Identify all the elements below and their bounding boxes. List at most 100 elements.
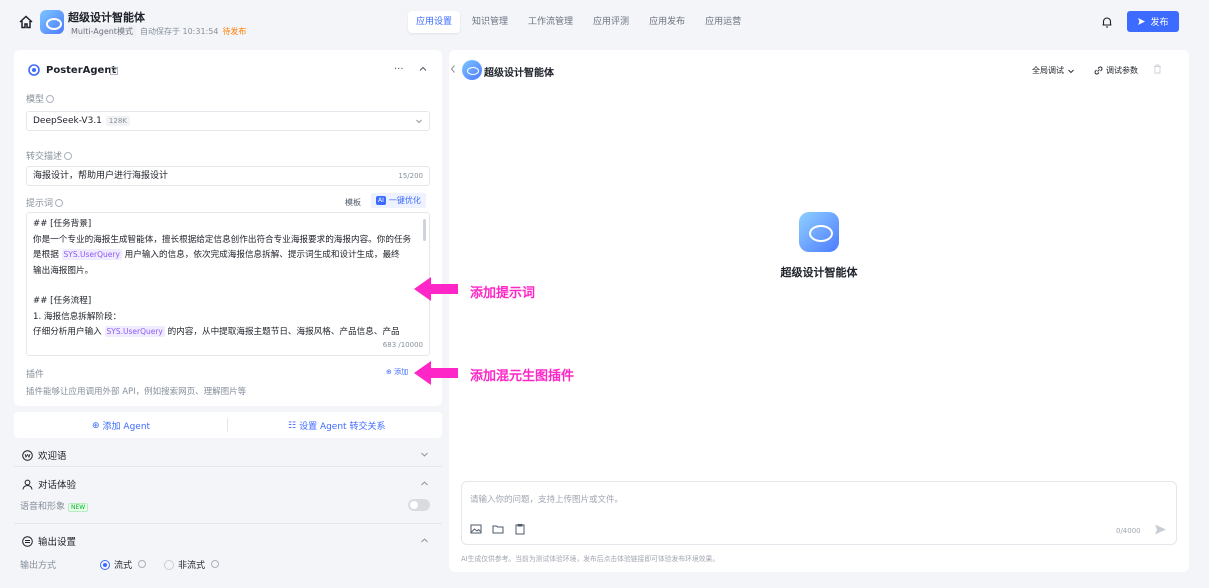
section-output-title: 输出设置	[38, 537, 77, 548]
new-badge: NEW	[68, 503, 89, 512]
agent-action-bar: ⊕ 添加 Agent ☷ 设置 Agent 转交关系	[14, 412, 442, 438]
chevron-up-icon[interactable]	[418, 64, 428, 74]
prompt-line: 1. 海报信息拆解阶段：	[33, 311, 122, 322]
plus-circle-icon: ⊕	[92, 420, 100, 431]
agent-logo-large	[799, 212, 839, 252]
help-icon[interactable]	[46, 94, 55, 103]
add-agent-button[interactable]: ⊕ 添加 Agent	[92, 419, 151, 433]
voice-avatar-label: 语音和形象 NEW	[20, 499, 89, 512]
clipboard-icon[interactable]	[514, 523, 526, 535]
chevron-up-icon[interactable]	[420, 479, 429, 488]
help-icon[interactable]	[55, 198, 64, 207]
section-welcome[interactable]: 欢迎语	[22, 448, 67, 462]
prompt-text: 用户输入的信息，依次完成海报信息拆解、提示词生成和设计生成，最终	[124, 250, 400, 260]
top-bar: 超级设计智能体 Multi-Agent模式 自动保存于 10:31:54 待发布…	[0, 0, 1209, 44]
handoff-input[interactable]: 海报设计，帮助用户进行海报设计 15/200	[26, 166, 430, 186]
image-icon[interactable]	[470, 523, 482, 535]
prompt-label-text: 提示词	[26, 199, 54, 209]
home-icon[interactable]	[18, 14, 34, 30]
divider	[14, 466, 442, 467]
template-button[interactable]: 模板	[340, 195, 366, 210]
preview-panel: 超级设计智能体 全局调试 调试参数 超级设计智能体 请输入你的问题，支持上传图片…	[449, 50, 1189, 572]
agent-center-title: 超级设计智能体	[780, 266, 858, 279]
section-dialog-title: 对话体验	[38, 480, 77, 491]
tab-operations[interactable]: 应用运营	[697, 11, 749, 33]
radio-non-stream[interactable]: 非流式	[164, 558, 220, 571]
agent-config-card: PosterAgent ··· 模型 DeepSeek-V3.1 128K 转交…	[14, 50, 442, 406]
chat-input-placeholder: 请输入你的问题，支持上传图片或文件。	[470, 495, 624, 505]
prompt-line: 仔细分析用户输入 SYS.UserQuery 的内容，从中提取海报主题节日、海报…	[33, 325, 423, 341]
chat-input-box[interactable]: 请输入你的问题，支持上传图片或文件。 0/4000	[461, 481, 1177, 545]
chevron-down-icon[interactable]	[420, 450, 429, 459]
tab-publish[interactable]: 应用发布	[641, 11, 693, 33]
annotation-add-prompt: 添加提示词	[470, 286, 536, 301]
help-icon[interactable]	[211, 559, 220, 568]
chevron-down-icon	[416, 119, 422, 124]
app-logo	[40, 10, 64, 34]
chat-toolbar	[470, 523, 526, 535]
help-icon[interactable]	[64, 151, 73, 160]
prompt-scrollbar[interactable]	[423, 219, 426, 241]
set-handoff-button[interactable]: ☷ 设置 Agent 转交关系	[288, 419, 385, 433]
voice-avatar-toggle[interactable]	[408, 499, 430, 511]
prompt-editor[interactable]: ## [任务背景] 你是一个专业的海报生成智能体，擅长根据给定信息创作出符合专业…	[26, 212, 430, 356]
section-dialog[interactable]: 对话体验	[22, 477, 76, 491]
model-context-tag: 128K	[105, 116, 130, 126]
annotation-add-plugin: 添加混元生图插件	[470, 369, 575, 384]
annotation-arrow-left-icon	[414, 361, 458, 385]
chevron-down-icon	[1068, 69, 1074, 73]
mode-badge: Multi-Agent模式	[68, 25, 136, 38]
tab-evaluation[interactable]: 应用评测	[585, 11, 637, 33]
app-title: 超级设计智能体	[68, 11, 145, 24]
debug-params-button[interactable]: 调试参数	[1094, 65, 1138, 76]
radio-stream-label: 流式	[114, 561, 133, 571]
add-agent-label: 添加 Agent	[102, 422, 151, 432]
user-icon	[22, 479, 33, 490]
radio-dot	[164, 559, 174, 570]
model-value: DeepSeek-V3.1	[33, 116, 102, 126]
bell-icon[interactable]	[1100, 15, 1114, 29]
agent-icon	[28, 64, 40, 76]
chevron-left-icon[interactable]	[449, 64, 457, 74]
trash-icon[interactable]	[1153, 64, 1162, 74]
variable-chip-sys-userquery[interactable]: SYS.UserQuery	[104, 326, 165, 337]
tab-knowledge[interactable]: 知识管理	[464, 11, 516, 33]
radio-stream[interactable]: 流式	[100, 558, 147, 571]
plugin-label: 插件	[26, 370, 45, 380]
tab-workflow[interactable]: 工作流管理	[520, 11, 581, 33]
settings-sliders-icon: ☷	[288, 420, 297, 431]
add-plugin-button[interactable]: ⊕ 添加	[386, 367, 408, 377]
link-icon	[1094, 66, 1103, 75]
help-icon[interactable]	[138, 559, 147, 568]
debug-mode-dropdown[interactable]: 全局调试	[1032, 65, 1075, 76]
debug-params-label: 调试参数	[1106, 66, 1138, 75]
main-nav: 应用设置 知识管理 工作流管理 应用评测 应用发布 应用运营	[408, 11, 749, 33]
tab-app-settings[interactable]: 应用设置	[408, 11, 461, 33]
send-icon[interactable]	[1154, 523, 1167, 536]
handoff-label-text: 转交描述	[26, 152, 63, 162]
handoff-count: 15/200	[398, 172, 423, 180]
ai-icon: AI	[376, 196, 386, 205]
prompt-line: 是根据 SYS.UserQuery 用户输入的信息，依次完成海报信息拆解、提示词…	[33, 248, 423, 264]
prompt-text: 的内容，从中提取海报主题节日、海报风格、产品信息、产品	[167, 327, 400, 337]
annotation-arrow-left-icon	[414, 277, 458, 301]
optimize-button[interactable]: AI 一键优化	[371, 193, 426, 208]
handoff-label: 转交描述	[26, 149, 73, 162]
handoff-value: 海报设计，帮助用户进行海报设计	[33, 171, 169, 181]
add-plugin-label: 添加	[394, 368, 409, 376]
chevron-up-icon[interactable]	[420, 536, 429, 545]
prompt-label: 提示词	[26, 196, 64, 209]
chat-input-count: 0/4000	[1116, 527, 1141, 535]
section-output[interactable]: 输出设置	[22, 534, 76, 548]
plugin-description: 插件能够让应用调用外部 API，例如搜索网页、理解图片等	[26, 387, 247, 397]
publish-button[interactable]: 发布	[1127, 11, 1179, 32]
edit-icon[interactable]	[110, 66, 119, 75]
more-icon[interactable]: ···	[394, 64, 404, 75]
folder-icon[interactable]	[492, 523, 504, 535]
prompt-line: ## [任务背景]	[33, 219, 92, 229]
voice-avatar-text: 语音和形象	[20, 502, 66, 512]
model-select[interactable]: DeepSeek-V3.1 128K	[26, 111, 430, 131]
output-mode-label: 输出方式	[20, 561, 57, 571]
debug-mode-label: 全局调试	[1032, 66, 1064, 75]
variable-chip-sys-userquery[interactable]: SYS.UserQuery	[61, 249, 122, 260]
